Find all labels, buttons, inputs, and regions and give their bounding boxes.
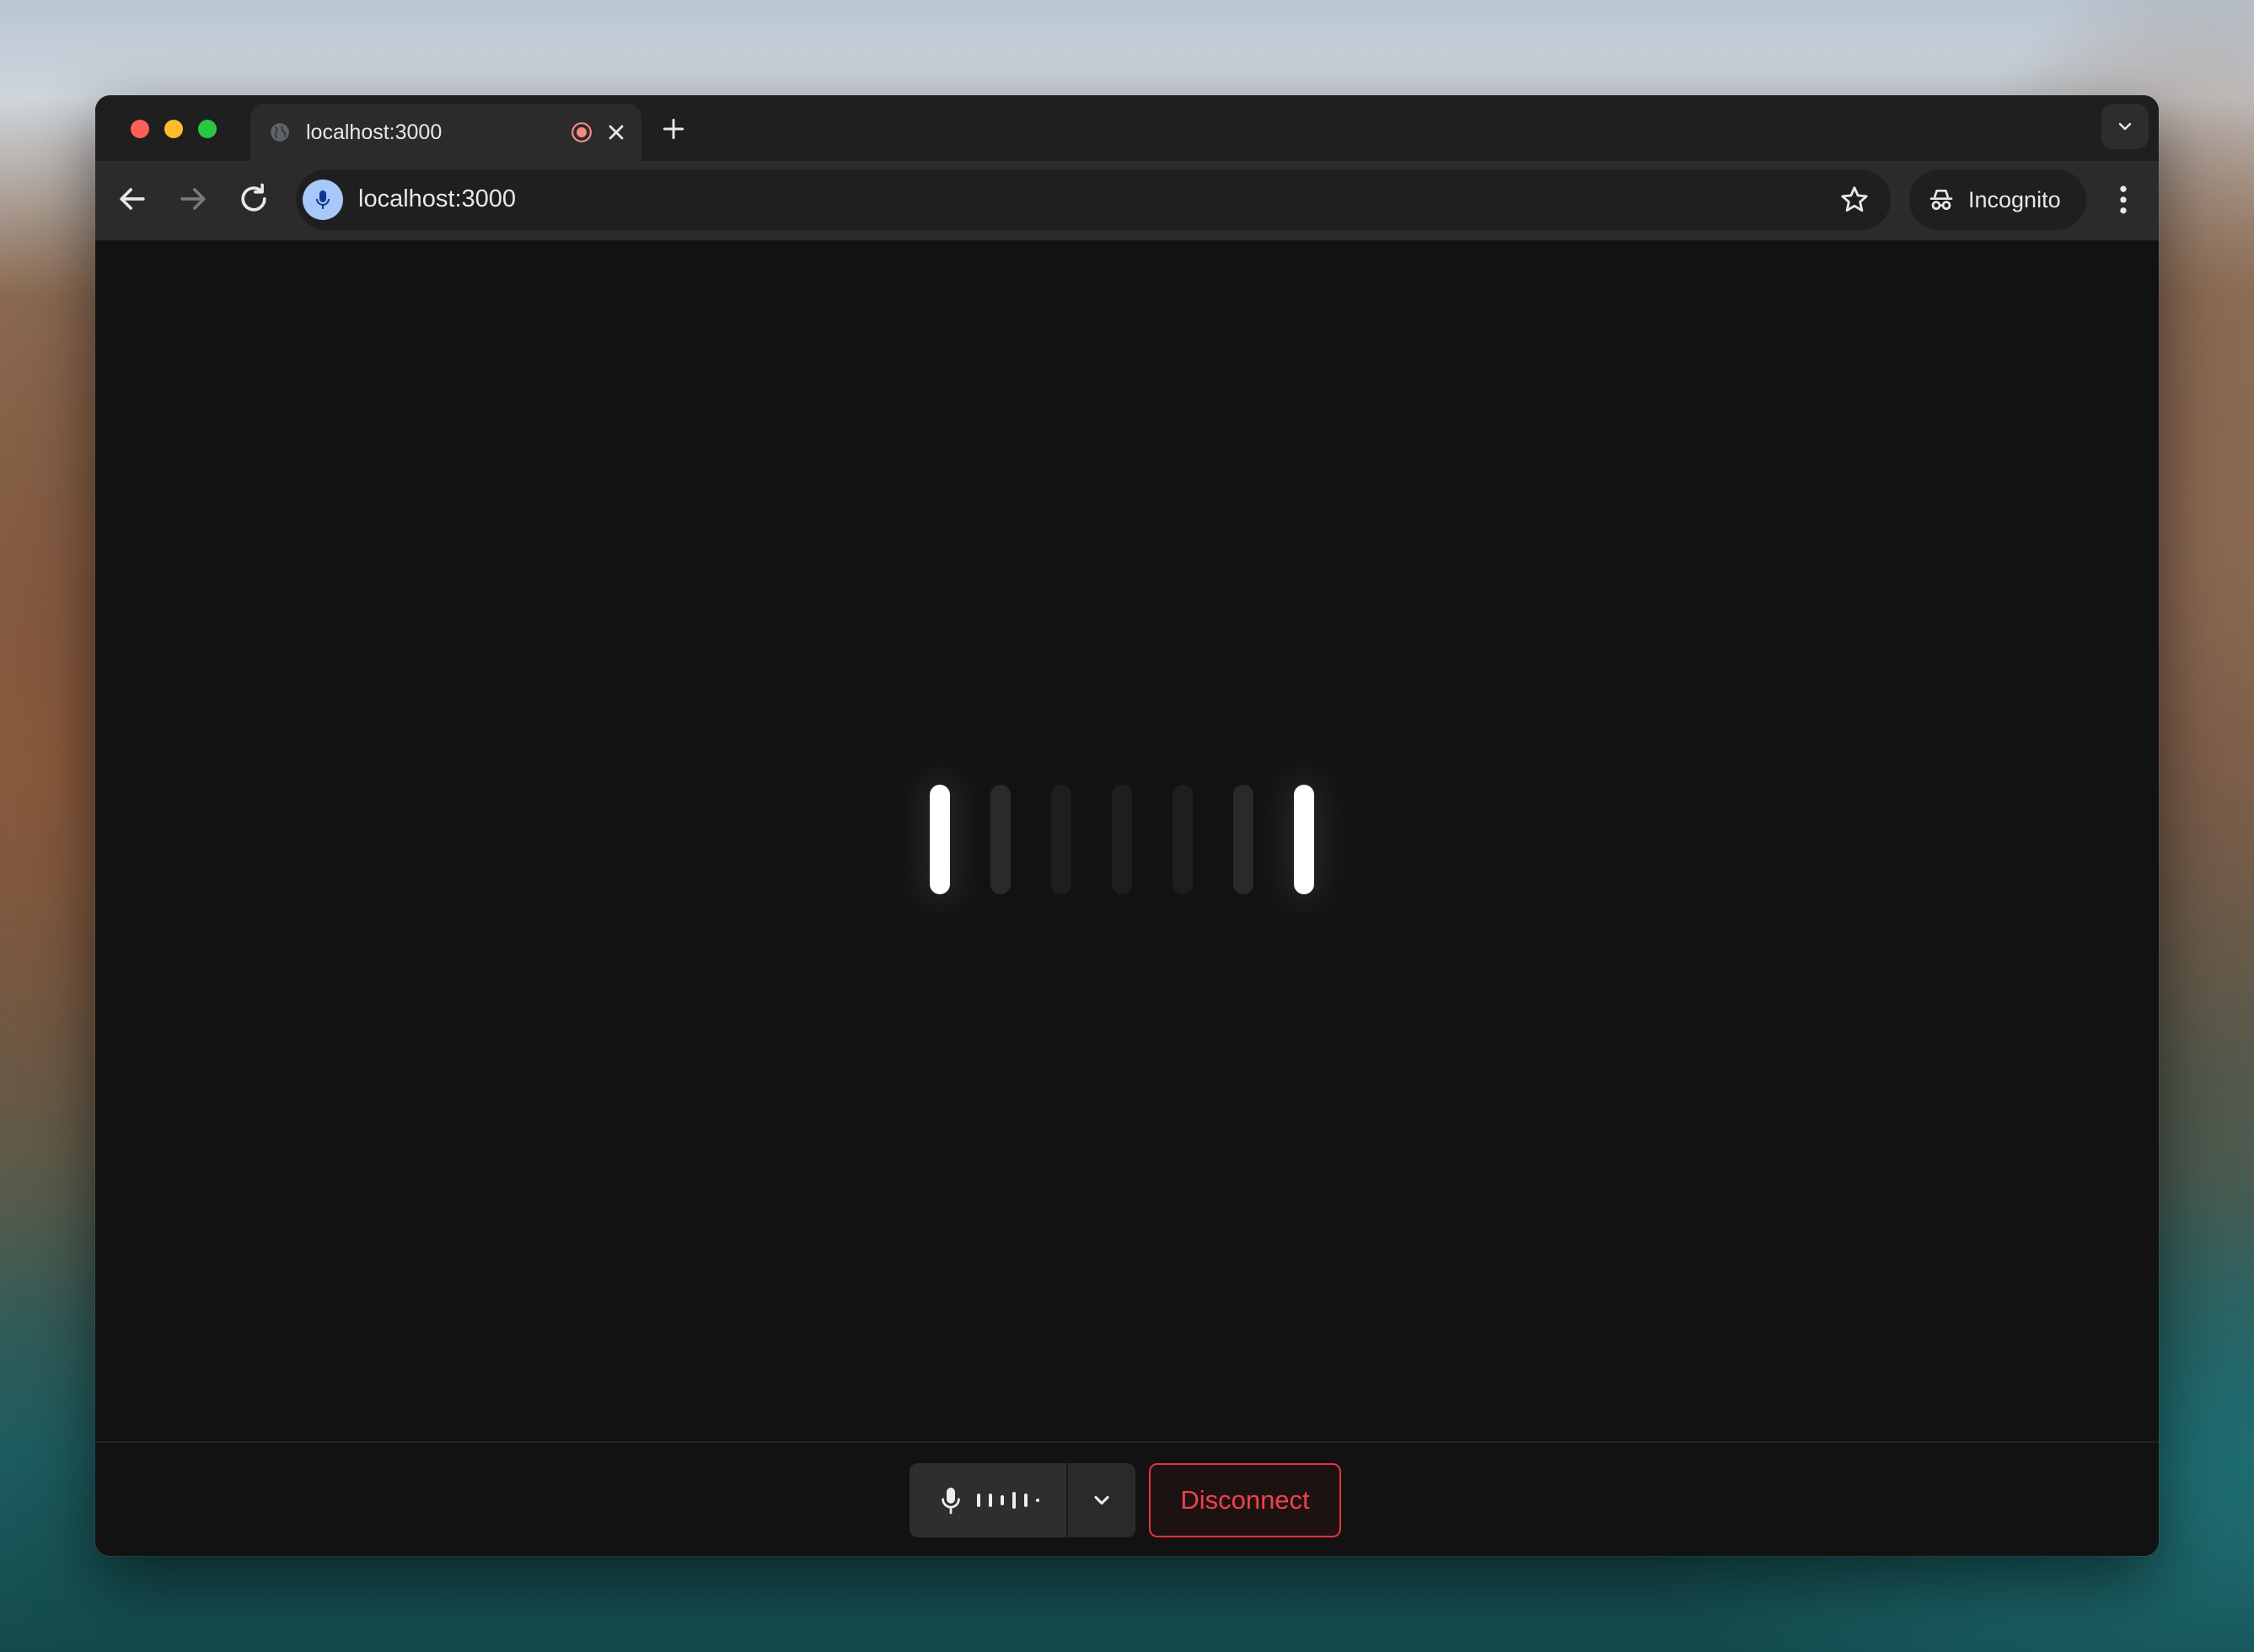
close-window-button[interactable] [131, 120, 149, 138]
bookmark-star-icon[interactable] [1838, 184, 1870, 216]
browser-toolbar: localhost:3000 Incognito [95, 161, 2159, 241]
tab-strip: localhost:3000 [95, 95, 2159, 161]
microphone-icon [942, 1488, 960, 1515]
incognito-indicator[interactable]: Incognito [1909, 169, 2086, 230]
browser-tab[interactable]: localhost:3000 [250, 104, 641, 161]
browser-window: localhost:3000 localhost:3000 Incognito … [95, 95, 2159, 1556]
page-content [95, 241, 2159, 1441]
disconnect-button[interactable]: Disconnect [1149, 1463, 1341, 1537]
visualizer-bar [1294, 785, 1314, 894]
more-options-icon[interactable] [2105, 180, 2142, 220]
site-info-button[interactable] [303, 180, 343, 220]
tab-search-button[interactable] [2101, 104, 2149, 149]
maximize-window-button[interactable] [198, 120, 217, 138]
close-tab-icon[interactable] [604, 121, 628, 144]
chevron-down-icon [1094, 1495, 1109, 1505]
visualizer-bar [990, 785, 1011, 894]
mic-level-icon [977, 1492, 1039, 1509]
chevron-down-icon [2118, 122, 2132, 131]
incognito-label: Incognito [1968, 187, 2061, 212]
visualizer-bar [1051, 785, 1071, 894]
audio-visualizer [930, 785, 1334, 903]
back-arrow-icon[interactable] [114, 180, 151, 217]
microphone-device-dropdown[interactable] [1068, 1463, 1135, 1537]
new-tab-icon[interactable] [660, 115, 687, 142]
visualizer-bar [1112, 785, 1132, 894]
forward-arrow-icon[interactable] [174, 180, 212, 217]
microphone-toggle-button[interactable] [910, 1463, 1066, 1537]
incognito-icon [1929, 190, 1953, 210]
minimize-window-button[interactable] [164, 120, 183, 138]
microphone-icon [316, 190, 330, 209]
visualizer-bar [1233, 785, 1253, 894]
tab-title: localhost:3000 [306, 121, 443, 144]
address-bar[interactable]: localhost:3000 [296, 169, 1891, 230]
visualizer-bar [1173, 785, 1193, 894]
recording-icon [572, 122, 592, 142]
visualizer-bar [930, 785, 950, 894]
control-bar: Disconnect [95, 1441, 2159, 1556]
url-text: localhost:3000 [358, 185, 517, 212]
microphone-control [910, 1463, 1135, 1537]
reload-icon[interactable] [235, 180, 272, 217]
globe-icon [271, 123, 289, 142]
